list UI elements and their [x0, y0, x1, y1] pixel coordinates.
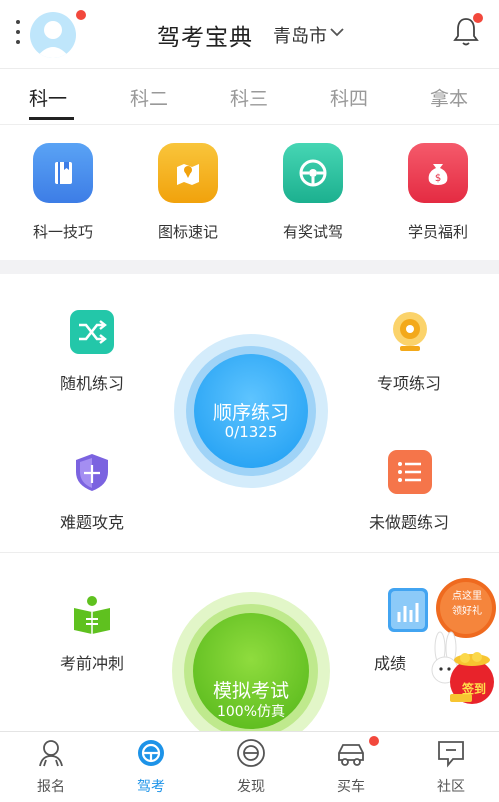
subject-tabs: 科一 科二 科三 科四 拿本: [0, 68, 499, 125]
steering-wheel-icon: [283, 143, 343, 203]
exam-prep-label[interactable]: 考前冲刺: [32, 650, 152, 674]
score-label[interactable]: 成绩: [374, 650, 406, 674]
money-bag-icon: $: [408, 143, 468, 203]
city-selector[interactable]: 青岛市: [273, 22, 327, 48]
check-in-promo[interactable]: 点这里 领好礼 签到: [420, 574, 498, 714]
avatar[interactable]: [30, 12, 76, 58]
section-divider: [0, 552, 499, 553]
target-icon[interactable]: [388, 310, 432, 354]
feature-test-drive-label: 有奖试驾: [282, 223, 343, 241]
avatar-badge: [76, 10, 86, 20]
tab-subject-4[interactable]: 科四: [330, 84, 368, 111]
nav-signup[interactable]: 报名: [16, 738, 86, 796]
nav-community[interactable]: 社区: [416, 738, 486, 796]
feature-test-drive-button[interactable]: [283, 143, 343, 203]
discover-icon: [237, 739, 265, 767]
bottom-nav: 报名 驾考 发现 买车 社区: [0, 731, 499, 802]
sequential-practice-label: 顺序练习: [212, 402, 289, 424]
tab-get-license[interactable]: 拿本: [430, 84, 468, 111]
feature-benefits-button[interactable]: $: [408, 143, 468, 203]
check-in-label: 签到: [461, 682, 486, 696]
feature-benefits-label: 学员福利: [407, 223, 468, 241]
chevron-down-icon[interactable]: [330, 27, 344, 37]
undone-practice-label[interactable]: 未做题练习: [349, 509, 469, 533]
shield-icon[interactable]: [70, 450, 114, 494]
mock-exam-label: 模拟考试: [212, 680, 289, 702]
random-practice-label[interactable]: 随机练习: [32, 370, 152, 394]
tab-subject-3[interactable]: 科三: [230, 84, 268, 111]
promo-text-top: 点这里: [452, 591, 482, 602]
nav-signup-label: 报名: [37, 779, 65, 795]
hard-questions-label[interactable]: 难题攻克: [32, 509, 152, 533]
nav-driving-test[interactable]: 驾考: [116, 738, 186, 796]
svg-text:$: $: [435, 173, 441, 184]
list-icon[interactable]: [388, 450, 432, 494]
nav-community-label: 社区: [437, 779, 465, 795]
open-book-icon[interactable]: [70, 592, 114, 636]
community-icon: [438, 741, 464, 768]
buy-car-badge: [369, 736, 379, 746]
feature-tips-label: 科一技巧: [32, 223, 93, 241]
feature-signs-label: 图标速记: [157, 223, 218, 241]
nav-driving-test-label: 驾考: [137, 779, 165, 795]
mock-exam-sub: 100%仿真: [216, 704, 286, 720]
nav-discover[interactable]: 发现: [216, 738, 286, 796]
feature-signs-button[interactable]: [158, 143, 218, 203]
special-practice-label[interactable]: 专项练习: [349, 370, 469, 394]
active-tab-indicator: [29, 117, 74, 120]
tab-subject-2[interactable]: 科二: [130, 84, 168, 111]
car-icon: [338, 744, 364, 766]
app-title: 驾考宝典: [157, 25, 253, 51]
more-menu-icon[interactable]: [14, 20, 22, 48]
signup-icon: [39, 740, 63, 767]
nav-buy-car[interactable]: 买车: [316, 738, 386, 796]
steering-wheel-icon: [138, 740, 164, 766]
sequential-practice-progress: 0/1325: [224, 423, 278, 441]
tab-subject-1[interactable]: 科一: [29, 84, 67, 111]
nav-buy-car-label: 买车: [337, 779, 365, 795]
nav-discover-label: 发现: [237, 779, 265, 795]
promo-text-mid: 领好礼: [452, 606, 482, 617]
shuffle-icon[interactable]: [70, 310, 114, 354]
book-icon: [33, 143, 93, 203]
section-gap: [0, 260, 499, 274]
notification-badge: [473, 13, 483, 23]
map-pin-icon: [158, 143, 218, 203]
feature-tips-button[interactable]: [33, 143, 93, 203]
